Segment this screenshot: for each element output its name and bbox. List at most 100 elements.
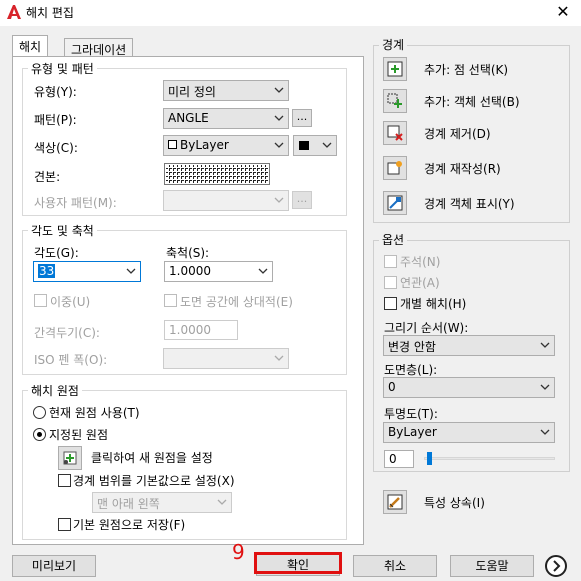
origin-position-dropdown[interactable]: 맨 아래 왼쪽 xyxy=(92,492,232,513)
remove-boundaries-icon xyxy=(387,125,403,141)
color-value: ByLayer xyxy=(180,138,229,152)
angle-label: 각도(G): xyxy=(34,246,79,260)
type-value: 미리 정의 xyxy=(168,85,216,99)
boundaries-title: 경계 xyxy=(379,36,408,53)
transparency-amount-input[interactable]: 0 xyxy=(384,450,414,468)
inherit-properties-button[interactable] xyxy=(383,490,407,514)
angle-scale-title: 각도 및 축척 xyxy=(28,222,97,239)
scale-value: 1.0000 xyxy=(169,264,211,278)
draw-order-dropdown[interactable]: 변경 안함 xyxy=(383,335,555,356)
store-default-label: 기본 원점으로 저장(F) xyxy=(73,518,186,532)
tab-hatch[interactable]: 해치 xyxy=(12,35,49,57)
view-boundary-objects-label: 경계 객체 표시(Y) xyxy=(424,197,515,211)
chevron-down-icon xyxy=(274,87,284,93)
cancel-button[interactable]: 취소 xyxy=(353,555,437,577)
annotative-checkbox[interactable] xyxy=(384,255,397,268)
window-title: 해치 편집 xyxy=(26,6,74,20)
layer-dropdown[interactable]: 0 xyxy=(383,377,555,398)
swatch-label: 견본: xyxy=(34,170,61,184)
scale-dropdown[interactable]: 1.0000 xyxy=(164,261,273,282)
iso-pen-width-label: ISO 펜 폭(O): xyxy=(34,353,108,367)
add-select-objects-label: 추가: 객체 선택(B) xyxy=(424,95,520,109)
transparency-value: ByLayer xyxy=(388,425,437,439)
add-pick-points-icon xyxy=(387,61,403,77)
custom-pattern-label: 사용자 패턴(M): xyxy=(34,196,117,210)
transparency-slider-thumb[interactable] xyxy=(427,452,432,465)
angle-dropdown[interactable]: 33 xyxy=(33,261,141,282)
remove-boundaries-label: 경계 제거(D) xyxy=(424,127,491,141)
iso-pen-width-dropdown[interactable] xyxy=(163,348,289,369)
custom-pattern-browse-button[interactable]: ... xyxy=(292,191,312,209)
specified-origin-label: 지정된 원점 xyxy=(49,428,109,442)
chevron-down-icon xyxy=(322,142,332,148)
separate-hatches-label: 개별 해치(H) xyxy=(400,297,467,311)
chevron-down-icon xyxy=(274,142,284,148)
view-boundary-objects-button[interactable] xyxy=(383,191,407,215)
chevron-down-icon xyxy=(274,115,284,121)
color-label: 색상(C): xyxy=(34,141,78,155)
annotative-label: 주석(N) xyxy=(400,255,441,269)
type-dropdown[interactable]: 미리 정의 xyxy=(163,80,289,101)
associative-label: 연관(A) xyxy=(400,276,440,290)
remove-boundaries-button[interactable] xyxy=(383,121,407,145)
scale-label: 축척(S): xyxy=(166,246,210,260)
add-select-objects-button[interactable] xyxy=(383,89,407,113)
spacing-input[interactable]: 1.0000 xyxy=(164,320,238,340)
chevron-down-icon xyxy=(126,268,136,274)
pattern-browse-button[interactable]: ... xyxy=(292,109,312,127)
default-extents-label: 경계 범위를 기본값으로 설정(X) xyxy=(73,474,235,488)
chevron-right-icon xyxy=(553,560,561,572)
pick-origin-icon xyxy=(63,451,77,465)
add-select-objects-icon xyxy=(387,93,402,108)
specified-origin-radio[interactable] xyxy=(33,428,46,441)
pattern-dropdown[interactable]: ANGLE xyxy=(163,108,289,129)
default-extents-checkbox[interactable] xyxy=(58,474,71,487)
origin-position-value: 맨 아래 왼쪽 xyxy=(97,497,160,511)
recreate-boundary-icon xyxy=(387,161,402,175)
transparency-dropdown[interactable]: ByLayer xyxy=(383,422,555,443)
transparency-slider-track[interactable] xyxy=(424,457,555,460)
chevron-down-icon xyxy=(540,384,550,390)
more-options-button[interactable] xyxy=(545,555,567,577)
store-default-checkbox[interactable] xyxy=(58,518,71,531)
pattern-swatch-preview[interactable] xyxy=(164,163,270,185)
paper-space-label: 도면 공간에 상대적(E) xyxy=(180,295,293,309)
draw-order-value: 변경 안함 xyxy=(388,340,436,354)
add-pick-points-button[interactable] xyxy=(383,57,407,81)
black-swatch-icon xyxy=(299,141,309,150)
angle-value: 33 xyxy=(38,264,56,278)
color-dropdown[interactable]: ByLayer xyxy=(163,135,289,156)
preview-button[interactable]: 미리보기 xyxy=(12,555,96,577)
custom-pattern-dropdown[interactable] xyxy=(163,190,289,211)
double-checkbox[interactable] xyxy=(34,294,47,307)
view-selections-icon xyxy=(387,195,403,211)
background-color-dropdown[interactable] xyxy=(293,135,337,156)
tab-gradient[interactable]: 그라데이션 xyxy=(64,38,134,58)
hatch-pattern-icon xyxy=(166,165,268,183)
current-origin-label: 현재 원점 사용(T) xyxy=(49,406,140,420)
autocad-logo-icon xyxy=(6,4,22,20)
separate-hatches-checkbox[interactable] xyxy=(384,297,397,310)
draw-order-label: 그리기 순서(W): xyxy=(384,321,469,335)
chevron-down-icon xyxy=(540,342,550,348)
color-swatch-icon xyxy=(168,140,177,149)
chevron-down-icon xyxy=(274,197,284,203)
paper-space-checkbox[interactable] xyxy=(164,294,177,307)
set-origin-button[interactable] xyxy=(58,446,82,470)
chevron-down-icon xyxy=(258,268,268,274)
chevron-down-icon xyxy=(540,429,550,435)
associative-checkbox[interactable] xyxy=(384,276,397,289)
click-set-origin-label: 클릭하여 새 원점을 설정 xyxy=(91,451,213,465)
hatch-origin-title: 해치 원점 xyxy=(28,382,82,399)
title-bar: 해치 편집 ✕ xyxy=(0,0,581,26)
close-icon[interactable]: ✕ xyxy=(552,2,574,22)
add-pick-points-label: 추가: 점 선택(K) xyxy=(424,63,509,77)
spacing-label: 간격두기(C): xyxy=(34,326,100,340)
layer-value: 0 xyxy=(388,380,396,394)
current-origin-radio[interactable] xyxy=(33,406,46,419)
recreate-boundary-button[interactable] xyxy=(383,156,407,180)
inherit-properties-label: 특성 상속(I) xyxy=(424,496,485,510)
help-button[interactable]: 도움말 xyxy=(450,555,534,577)
type-pattern-title: 유형 및 패턴 xyxy=(28,60,97,77)
recreate-boundary-label: 경계 재작성(R) xyxy=(424,162,501,176)
